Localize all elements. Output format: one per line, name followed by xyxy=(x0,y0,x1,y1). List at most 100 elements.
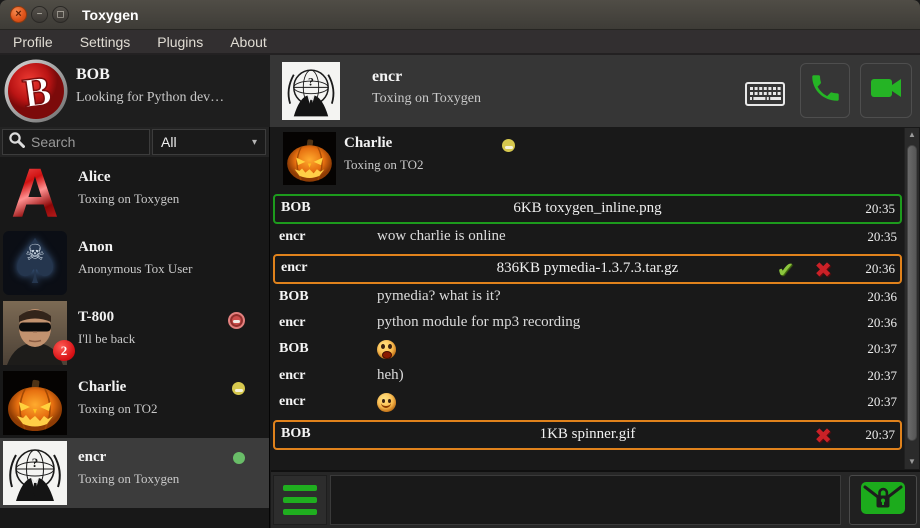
peer-card-avatar xyxy=(283,132,336,185)
cancel-file-icon[interactable]: ✖ xyxy=(814,421,832,451)
cancel-file-icon[interactable]: ✖ xyxy=(814,255,832,285)
contact-name: Charlie xyxy=(78,379,126,396)
message-author: encr xyxy=(279,394,305,410)
contact-name: Anon xyxy=(78,239,113,256)
contact-avatar: A xyxy=(3,161,67,225)
menu-profile[interactable]: Profile xyxy=(13,34,53,50)
group-peer-card[interactable]: Charlie Toxing on TO2 xyxy=(273,130,902,188)
chat-peer-header: ? encr Toxing on Toxygen xyxy=(270,55,920,127)
peer-status-message: Toxing on Toxygen xyxy=(372,91,481,107)
file-transfer-row: BOB 1KB spinner.gif ✖ 20:37 xyxy=(273,420,902,450)
contact-row-anon[interactable]: ♠☠ Anon Anonymous Tox User xyxy=(0,228,269,298)
contact-name: encr xyxy=(78,449,106,466)
message-history: BOB 6KB toxygen_inline.png 20:35 encr wo… xyxy=(273,192,902,468)
scroll-up-arrow-icon[interactable]: ▲ xyxy=(905,128,919,142)
send-message-button[interactable] xyxy=(849,475,917,525)
message-text xyxy=(377,393,752,412)
contacts-filter-dropdown[interactable]: All ▾ xyxy=(152,129,266,155)
file-transfer-label: 6KB toxygen_inline.png xyxy=(275,200,900,217)
scroll-down-arrow-icon[interactable]: ▼ xyxy=(905,455,919,469)
chat-area: Charlie Toxing on TO2 BOB 6KB toxygen_in… xyxy=(271,127,920,528)
window-title: Toxygen xyxy=(82,7,139,23)
file-transfer-label: 1KB spinner.gif xyxy=(275,426,900,443)
message-author: encr xyxy=(279,368,305,384)
menu-bar: Profile Settings Plugins About xyxy=(0,30,920,55)
message-author: encr xyxy=(279,315,305,331)
search-placeholder: Search xyxy=(31,134,75,150)
smiling-face-emoji xyxy=(377,393,396,412)
self-profile-panel[interactable]: B BOB Looking for Python dev… xyxy=(0,55,270,127)
message-row: encr python module for mp3 recording 20:… xyxy=(273,312,902,338)
contact-status-message: Anonymous Tox User xyxy=(78,261,192,277)
scrollbar-thumb[interactable] xyxy=(907,145,917,441)
hamburger-icon xyxy=(283,485,317,491)
window-maximize-button[interactable]: ◻ xyxy=(52,6,69,23)
message-time: 20:35 xyxy=(867,229,897,245)
attachments-menu-button[interactable] xyxy=(273,475,327,525)
menu-settings[interactable]: Settings xyxy=(80,34,131,50)
typing-keyboard-icon[interactable] xyxy=(745,82,785,111)
audio-call-button[interactable] xyxy=(800,63,850,118)
contact-status-message: Toxing on Toxygen xyxy=(78,191,179,207)
message-text xyxy=(377,340,752,359)
astonished-face-emoji xyxy=(377,340,396,359)
file-actions: ✖ xyxy=(814,421,832,451)
file-actions: ✔✖ xyxy=(777,255,832,285)
contact-row-charlie[interactable]: Charlie Toxing on TO2 xyxy=(0,368,269,438)
envelope-lock-icon xyxy=(860,481,906,520)
window-close-button[interactable]: × xyxy=(10,6,27,23)
peer-name: encr xyxy=(372,68,402,86)
chat-scrollbar[interactable]: ▲ ▼ xyxy=(904,128,919,469)
message-row: encr 20:37 xyxy=(273,391,902,418)
contact-status-message: Toxing on Toxygen xyxy=(78,471,179,487)
contact-avatar xyxy=(3,371,67,435)
message-row: BOB pymedia? what is it? 20:36 xyxy=(273,286,902,312)
message-time: 20:37 xyxy=(867,368,897,384)
contact-row-encr[interactable]: ? encr Toxing on Toxygen xyxy=(0,438,269,508)
file-transfer-row: encr 836KB pymedia-1.3.7.3.tar.gz ✔✖ 20:… xyxy=(273,254,902,284)
message-time: 20:35 xyxy=(865,201,895,217)
svg-text:?: ? xyxy=(32,455,39,470)
title-bar: × − ◻ Toxygen xyxy=(0,0,920,30)
contact-avatar: ♠☠ xyxy=(3,231,67,295)
peer-card-status-message: Toxing on TO2 xyxy=(344,157,424,173)
online-status-icon xyxy=(233,452,245,464)
contact-row-alice[interactable]: A Alice Toxing on Toxygen xyxy=(0,158,269,228)
search-icon xyxy=(8,131,25,153)
message-input[interactable] xyxy=(330,475,841,525)
contact-avatar: ? xyxy=(3,441,67,505)
filter-value: All xyxy=(161,134,177,150)
message-time: 20:36 xyxy=(867,289,897,305)
message-text: python module for mp3 recording xyxy=(377,314,752,331)
message-text: pymedia? what is it? xyxy=(377,288,752,305)
contact-row-t-800[interactable]: T-800 I'll be back 2 xyxy=(0,298,269,368)
message-author: BOB xyxy=(279,341,309,357)
video-call-button[interactable] xyxy=(860,63,912,118)
video-camera-icon xyxy=(868,70,904,111)
window-minimize-button[interactable]: − xyxy=(31,6,48,23)
self-status-message: Looking for Python dev… xyxy=(76,90,226,106)
away-status-icon xyxy=(502,139,515,152)
message-time: 20:37 xyxy=(867,394,897,410)
message-time: 20:36 xyxy=(867,315,897,331)
accept-file-icon[interactable]: ✔ xyxy=(777,255,795,285)
search-input[interactable]: Search xyxy=(2,129,150,155)
self-avatar: B xyxy=(4,59,68,123)
unread-badge: 2 xyxy=(53,340,75,361)
chevron-down-icon: ▾ xyxy=(252,137,257,148)
message-time: 20:37 xyxy=(867,341,897,357)
contact-name: T-800 xyxy=(78,309,114,326)
message-time: 20:37 xyxy=(865,427,895,443)
contact-list: A Alice Toxing on Toxygen ♠☠ Anon Anonym… xyxy=(0,158,269,528)
svg-text:?: ? xyxy=(308,76,314,89)
menu-about[interactable]: About xyxy=(230,34,267,50)
message-text: wow charlie is online xyxy=(377,228,752,245)
message-text: heh) xyxy=(377,367,752,384)
message-time: 20:36 xyxy=(865,261,895,277)
busy-ring-status-icon xyxy=(228,312,245,329)
menu-plugins[interactable]: Plugins xyxy=(157,34,203,50)
peer-card-name: Charlie xyxy=(344,135,392,152)
contact-status-message: I'll be back xyxy=(78,331,135,347)
phone-icon xyxy=(808,71,842,110)
message-row: encr heh) 20:37 xyxy=(273,365,902,391)
